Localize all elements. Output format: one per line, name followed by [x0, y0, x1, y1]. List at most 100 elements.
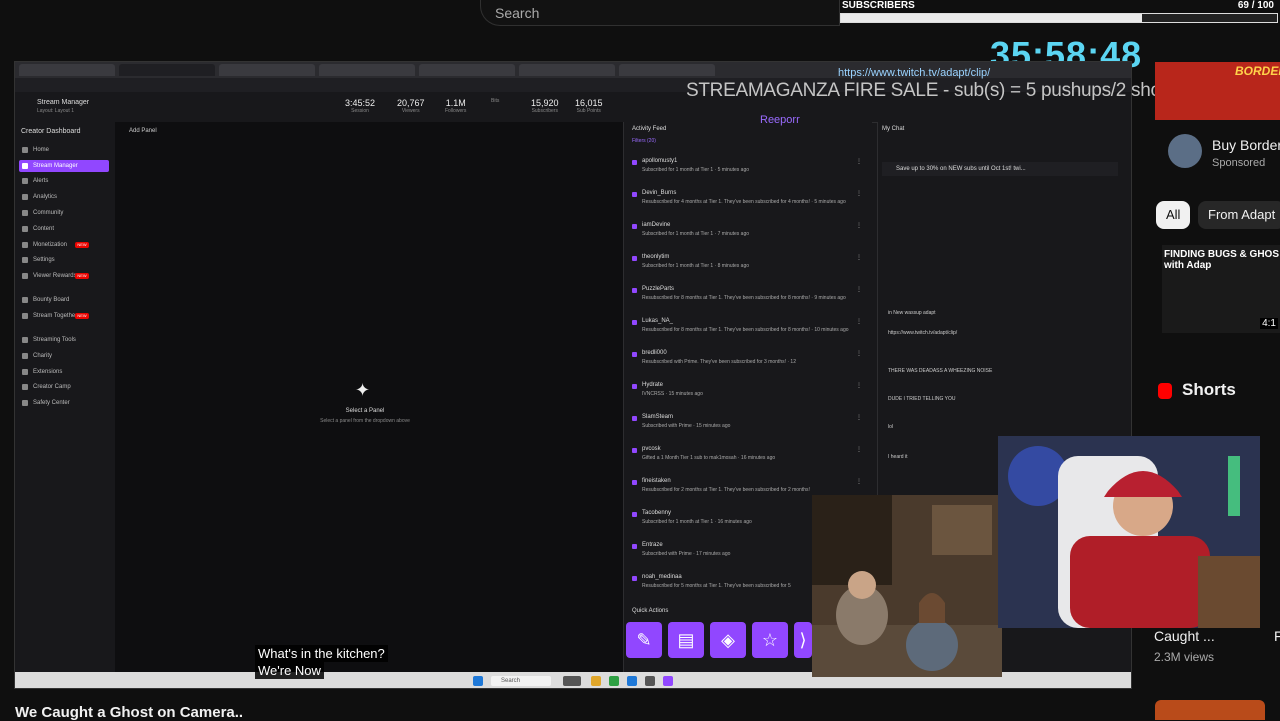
activity-feed-item[interactable]: Lukas_NA_ Resubscribed for 8 months at Ti…	[630, 318, 866, 348]
activity-feed-item[interactable]: bredli000 Resubscribed with Prime. They'v…	[630, 350, 866, 380]
feed-username[interactable]: Lukas_NA_	[642, 318, 673, 324]
feed-username[interactable]: theonlytim	[642, 254, 669, 260]
kebab-menu-icon[interactable]: ⋮	[856, 382, 862, 389]
subscription-icon	[632, 480, 637, 485]
feed-username[interactable]: SlamSteam	[642, 414, 673, 420]
caption-line-2: We're Now	[255, 662, 324, 679]
search-input[interactable]: Search	[480, 0, 840, 26]
sidebar-item-safety-center[interactable]: Safety Center	[19, 397, 109, 409]
browser-tab[interactable]	[19, 64, 115, 76]
browser-tab[interactable]	[419, 64, 515, 76]
short-views: 2.3M views	[1154, 650, 1215, 664]
feed-username[interactable]: fineistaken	[642, 478, 671, 484]
sidebar-item-icon	[22, 163, 28, 169]
kebab-menu-icon[interactable]: ⋮	[856, 190, 862, 197]
feed-username[interactable]: pvcosk	[642, 446, 661, 452]
activity-feed-item[interactable]: pvcosk Gifted a 1 Month Tier 1 sub to mak…	[630, 446, 866, 476]
taskbar-app-icon[interactable]	[563, 676, 581, 686]
chip-all[interactable]: All	[1156, 201, 1191, 229]
ad-banner[interactable]: BORDERLA	[1155, 62, 1280, 120]
twitch-icon[interactable]	[663, 676, 673, 686]
recommended-thumbnail[interactable]: FINDING BUGS & GHOS with Adap 4:1	[1162, 245, 1280, 333]
activity-feed-item[interactable]: apollomusty1 Subscribed for 1 month at Ti…	[630, 158, 866, 188]
browser-tab[interactable]	[519, 64, 615, 76]
feed-username[interactable]: noah_medinaa	[642, 574, 682, 580]
sidebar-item-label: Analytics	[33, 194, 58, 200]
ad-title[interactable]: Buy Borderl	[1212, 137, 1280, 153]
sidebar-item-viewer-rewards[interactable]: Viewer Rewards NEW	[19, 270, 109, 282]
clip-button[interactable]: ▤	[668, 622, 704, 658]
kebab-menu-icon[interactable]: ⋮	[856, 446, 862, 453]
chat-message: THERE WAS DEADASS A WHEEZING NOISE	[888, 368, 993, 374]
activity-feed-item[interactable]: theonlytim Subscribed for 1 month at Tier…	[630, 254, 866, 284]
sidebar-item-monetization[interactable]: Monetization NEW	[19, 239, 109, 251]
sidebar-title: Creator Dashboard	[21, 128, 81, 135]
taskbar-search[interactable]: Search	[491, 676, 551, 686]
edit-stream-info-button[interactable]: ✎	[626, 622, 662, 658]
activity-feed-item[interactable]: iamDevine Subscribed for 1 month at Tier …	[630, 222, 866, 252]
search-placeholder: Search	[495, 5, 540, 21]
add-panel-button[interactable]: Add Panel	[129, 128, 157, 134]
chip-from-adapt[interactable]: From Adapt	[1198, 201, 1280, 229]
activity-feed-item[interactable]: PuzzleParts Resubscribed for 8 months at …	[630, 286, 866, 316]
chrome-icon[interactable]	[609, 676, 619, 686]
activity-feed-item[interactable]: Hydrate IVNCRSS · 15 minutes ago ⋮	[630, 382, 866, 412]
sidebar-item-alerts[interactable]: Alerts	[19, 175, 109, 187]
sidebar-item-creator-camp[interactable]: Creator Camp	[19, 381, 109, 393]
browser-tab[interactable]	[319, 64, 415, 76]
feed-detail: Resubscribed for 8 months at Tier 1. The…	[642, 295, 846, 301]
feed-username[interactable]: iamDevine	[642, 222, 670, 228]
feed-username[interactable]: Tacobenny	[642, 510, 671, 516]
more-actions-button[interactable]: ⟩	[794, 622, 812, 658]
short-thumbnail[interactable]	[1155, 700, 1265, 720]
kebab-menu-icon[interactable]: ⋮	[856, 414, 862, 421]
feed-username[interactable]: Devin_Burns	[642, 190, 676, 196]
stream-manager-title[interactable]: Stream Manager	[37, 99, 89, 106]
favorite-button[interactable]: ☆	[752, 622, 788, 658]
kebab-menu-icon[interactable]: ⋮	[856, 254, 862, 261]
browser-tab[interactable]	[219, 64, 315, 76]
sidebar-item-label: Bounty Board	[33, 297, 70, 303]
feed-username[interactable]: Entraze	[642, 542, 663, 548]
sidebar-item-stream-manager[interactable]: Stream Manager	[19, 160, 109, 172]
obs-icon[interactable]	[645, 676, 655, 686]
windows-start-icon[interactable]	[473, 676, 483, 686]
chat-message: DUDE I TRIED TELLING YOU	[888, 396, 956, 402]
kebab-menu-icon[interactable]: ⋮	[856, 158, 862, 165]
short-title[interactable]: Caught ...	[1154, 628, 1215, 644]
kebab-menu-icon[interactable]: ⋮	[856, 350, 862, 357]
sidebar-item-extensions[interactable]: Extensions	[19, 366, 109, 378]
activity-feed-item[interactable]: SlamSteam Subscribed with Prime · 15 minu…	[630, 414, 866, 444]
raid-button[interactable]: ◈	[710, 622, 746, 658]
kebab-menu-icon[interactable]: ⋮	[856, 222, 862, 229]
sidebar-item-community[interactable]: Community	[19, 207, 109, 219]
sidebar-item-streaming-tools[interactable]: Streaming Tools	[19, 334, 109, 346]
sidebar-item-analytics[interactable]: Analytics	[19, 191, 109, 203]
sidebar-item-content[interactable]: Content	[19, 223, 109, 235]
stat-label: Bits	[491, 98, 500, 104]
sidebar-item-icon	[22, 194, 28, 200]
filters-button[interactable]: Filters (20)	[632, 138, 656, 144]
short-title-next[interactable]: F	[1274, 628, 1280, 644]
video-duration: 4:1	[1260, 318, 1278, 329]
feed-username[interactable]: PuzzleParts	[642, 286, 674, 292]
kebab-menu-icon[interactable]: ⋮	[856, 318, 862, 325]
kebab-menu-icon[interactable]: ⋮	[856, 286, 862, 293]
activity-feed-item[interactable]: Devin_Burns Resubscribed for 4 months at …	[630, 190, 866, 220]
sidebar-item-home[interactable]: Home	[19, 144, 109, 156]
feed-username[interactable]: Hydrate	[642, 382, 663, 388]
sidebar-item-bounty-board[interactable]: Bounty Board	[19, 294, 109, 306]
sidebar-item-charity[interactable]: Charity	[19, 350, 109, 362]
feed-username[interactable]: bredli000	[642, 350, 667, 356]
browser-tab[interactable]	[619, 64, 715, 76]
edge-icon[interactable]	[627, 676, 637, 686]
select-panel-heading: Select a Panel	[345, 408, 385, 414]
sidebar-item-stream-together[interactable]: Stream Together NEW	[19, 310, 109, 322]
browser-tab[interactable]	[119, 64, 215, 76]
folder-icon[interactable]	[591, 676, 601, 686]
stat-item: 1.1M Followers	[445, 98, 466, 114]
ad-avatar[interactable]	[1168, 134, 1202, 168]
kebab-menu-icon[interactable]: ⋮	[856, 478, 862, 485]
sidebar-item-settings[interactable]: Settings	[19, 254, 109, 266]
feed-username[interactable]: apollomusty1	[642, 158, 677, 164]
